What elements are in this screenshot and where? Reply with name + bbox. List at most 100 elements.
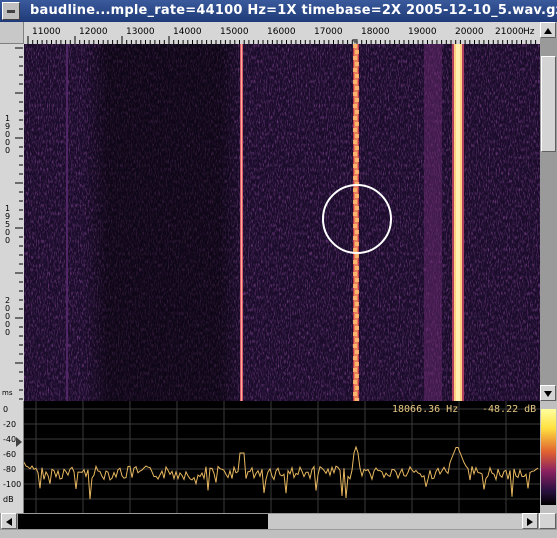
frequency-readout: 18066.36 Hz <box>392 404 459 415</box>
signal-wave-segment <box>353 272 357 276</box>
freq-tick-label: 21000 <box>495 27 524 37</box>
corner-resize-button[interactable] <box>539 513 556 529</box>
signal-wave-segment <box>353 80 357 84</box>
freq-tick-label: 16000 <box>267 27 296 37</box>
signal-wave-segment <box>353 164 357 168</box>
vertical-scrollbar[interactable] <box>540 22 557 401</box>
signal-wave-segment <box>355 386 359 390</box>
level-marker-icon <box>16 437 22 447</box>
freq-tick-label: 18000 <box>361 27 390 37</box>
signal-wave-segment <box>353 260 357 264</box>
db-readout: -48.22 dB <box>482 404 537 415</box>
freq-unit-label: Hz <box>523 27 535 37</box>
signal-wave-segment <box>353 116 357 120</box>
spectrogram-display[interactable] <box>24 44 540 401</box>
spectrum-svg <box>23 401 540 513</box>
signal-wave-segment <box>355 122 359 126</box>
signal-wave-segment <box>353 200 357 204</box>
db-label: 0 <box>3 405 9 414</box>
spectrum-plot[interactable]: 18066.36 Hz -48.22 dB <box>23 401 540 513</box>
frequency-ruler-svg: 11000 12000 13000 14000 15000 16000 1700… <box>27 27 537 44</box>
db-label: -60 <box>3 450 17 459</box>
colormap-panel <box>540 401 557 513</box>
freq-tick-label: 20000 <box>455 27 484 37</box>
spectrogram-svg <box>24 44 540 401</box>
signal-wave-segment <box>355 218 359 222</box>
signal-wave-segment <box>355 242 359 246</box>
signal-wave-segment <box>355 74 359 78</box>
scroll-left-button[interactable] <box>1 513 17 529</box>
frequency-ruler[interactable]: 11000 12000 13000 14000 15000 16000 1700… <box>24 22 540 45</box>
signal-line-core <box>241 44 242 401</box>
signal-wave-segment <box>353 320 357 324</box>
signal-wave-segment <box>353 392 357 396</box>
horizontal-scrollbar[interactable] <box>0 513 557 530</box>
signal-wave-segment <box>353 296 357 300</box>
scroll-up-button[interactable] <box>540 22 556 38</box>
signal-band-faint <box>424 44 442 401</box>
freq-tick-label: 11000 <box>32 27 61 37</box>
colormap-bar[interactable] <box>541 409 556 505</box>
time-ruler[interactable]: 19000 19500 20000 ms <box>0 44 25 401</box>
signal-wave-segment <box>353 284 357 288</box>
arrow-left-icon <box>6 518 12 526</box>
signal-wave-segment <box>355 170 359 174</box>
signal-line-20200hz-hot <box>456 44 460 401</box>
signal-wave-segment <box>353 356 357 360</box>
signal-wave-segment <box>355 314 359 318</box>
freq-tick-label: 17000 <box>314 27 343 37</box>
signal-wave-segment <box>353 128 357 132</box>
signal-wave-segment <box>353 212 357 216</box>
signal-wave-segment <box>353 140 357 144</box>
signal-wave-segment <box>355 146 359 150</box>
horizontal-scroll-thumb[interactable] <box>18 514 268 529</box>
signal-wave-segment <box>355 290 359 294</box>
signal-wave-segment <box>355 110 359 114</box>
signal-wave-segment <box>355 86 359 90</box>
vertical-scroll-thumb[interactable] <box>541 56 556 152</box>
signal-wave-segment <box>355 278 359 282</box>
signal-wave-segment <box>355 134 359 138</box>
horizontal-scroll-trough[interactable] <box>268 514 522 529</box>
db-label: -20 <box>3 420 17 429</box>
window-menu-button[interactable] <box>2 2 20 20</box>
quiet-band <box>84 44 244 401</box>
signal-wave-segment <box>355 350 359 354</box>
signal-wave-segment <box>353 236 357 240</box>
signal-wave-segment <box>355 62 359 66</box>
signal-wave-segment <box>353 380 357 384</box>
time-ticks <box>15 47 23 400</box>
signal-wave-segment <box>353 368 357 372</box>
signal-wave-segment <box>355 50 359 54</box>
spectrum-grid <box>24 401 540 513</box>
db-label: -40 <box>3 435 17 444</box>
spectrum-db-axis: 0 -20 -40 -60 -80 -100 dB <box>0 401 24 513</box>
time-label: 19500 <box>3 204 12 246</box>
ruler-corner <box>0 22 24 44</box>
window-title: baudline...mple_rate=44100 Hz=1X timebas… <box>30 3 557 18</box>
signal-wave-segment <box>353 176 357 180</box>
arrow-up-icon <box>544 28 552 34</box>
scroll-right-button[interactable] <box>522 513 538 529</box>
signal-wave-segment <box>353 104 357 108</box>
signal-wave-segment <box>355 158 359 162</box>
vertical-scroll-trough[interactable] <box>540 38 557 386</box>
scroll-down-button[interactable] <box>540 385 556 401</box>
signal-wave-segment <box>353 308 357 312</box>
time-label: 20000 <box>3 296 12 338</box>
signal-wave-segment <box>353 92 357 96</box>
signal-wave-segment <box>355 302 359 306</box>
signal-wave-segment <box>353 44 357 48</box>
signal-wave-segment <box>355 266 359 270</box>
time-label: 19000 <box>3 114 12 156</box>
freq-tick-label: 12000 <box>79 27 108 37</box>
faint-signal-line <box>66 44 68 401</box>
db-label: -100 <box>3 480 22 489</box>
time-label-text: 19000 <box>3 114 12 154</box>
signal-wave-segment <box>355 206 359 210</box>
time-label-text: 20000 <box>3 296 12 336</box>
signal-wave-segment <box>355 338 359 342</box>
title-bar: baudline...mple_rate=44100 Hz=1X timebas… <box>0 0 557 22</box>
signal-wave-segment <box>355 98 359 102</box>
signal-wave-segment <box>355 326 359 330</box>
